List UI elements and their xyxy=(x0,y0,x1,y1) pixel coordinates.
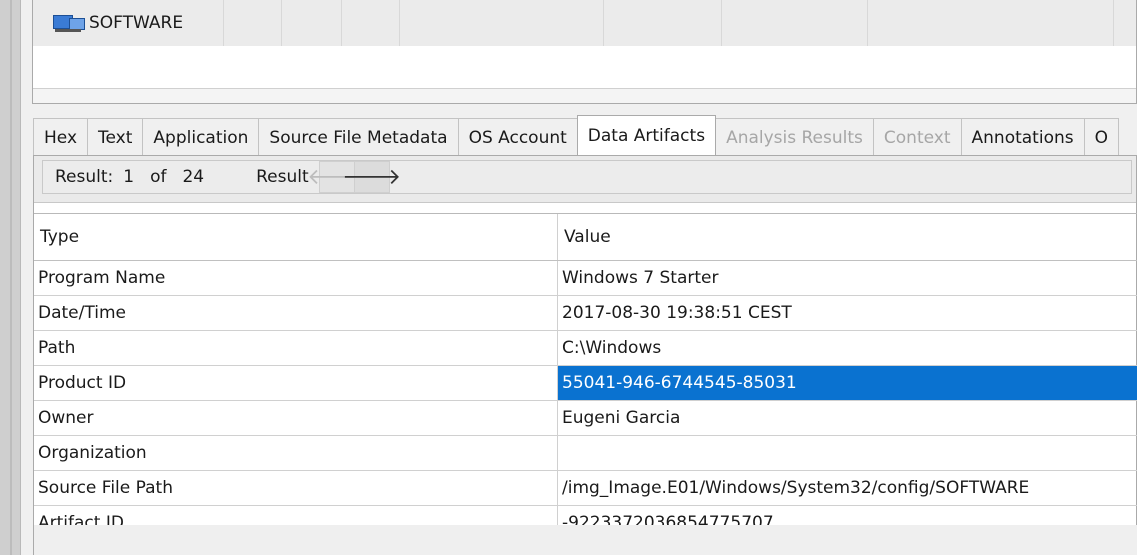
horizontal-scrollbar[interactable] xyxy=(33,88,1136,103)
result-of-label: of xyxy=(150,167,167,187)
result-toolbar: Result: 1 of 24 Result 🡐 🡒 xyxy=(34,156,1136,203)
tab-application[interactable]: Application xyxy=(142,118,260,156)
data-artifacts-panel: Result: 1 of 24 Result 🡐 🡒 Type Value Pr… xyxy=(33,155,1137,555)
type-cell: Owner xyxy=(34,401,558,435)
content-viewer-tabs: Hex Text Application Source File Metadat… xyxy=(33,115,1119,156)
results-table: SOFTWARE xyxy=(32,0,1137,104)
disk-image-icon xyxy=(53,13,85,33)
arrow-right-icon: 🡒 xyxy=(342,165,402,190)
table-row[interactable]: Owner Eugeni Garcia xyxy=(34,401,1137,436)
table-row[interactable]: Program Name Windows 7 Starter xyxy=(34,261,1137,296)
file-name-cell[interactable]: SOFTWARE xyxy=(53,0,183,46)
result-current: 1 xyxy=(123,167,135,187)
tab-hex[interactable]: Hex xyxy=(33,118,89,156)
type-cell: Path xyxy=(34,331,558,365)
column-header-type[interactable]: Type xyxy=(34,214,558,260)
value-cell[interactable]: 2017-08-30 19:38:51 CEST xyxy=(558,296,1137,330)
result-nav-label: Result xyxy=(256,167,309,187)
table-footer xyxy=(34,525,1137,555)
table-row[interactable]: Date/Time 2017-08-30 19:38:51 CEST xyxy=(34,296,1137,331)
column-header-value[interactable]: Value xyxy=(558,214,1137,260)
value-cell[interactable]: C:\Windows xyxy=(558,331,1137,365)
table-header: Type Value xyxy=(34,214,1137,261)
table-row[interactable]: Organization xyxy=(34,436,1137,471)
type-cell: Product ID xyxy=(34,366,558,400)
tab-context[interactable]: Context xyxy=(872,118,962,156)
type-cell: Organization xyxy=(34,436,558,470)
result-navigation: 🡐 🡒 xyxy=(307,161,401,193)
result-total: 24 xyxy=(182,167,205,187)
type-cell: Date/Time xyxy=(34,296,558,330)
tab-analysis-results[interactable]: Analysis Results xyxy=(715,118,874,156)
tab-other-truncated[interactable]: O xyxy=(1083,118,1119,156)
table-row-selected[interactable]: Product ID 55041-946-6744545-85031 xyxy=(34,366,1137,401)
tab-data-artifacts[interactable]: Data Artifacts xyxy=(576,115,717,155)
table-row[interactable]: SOFTWARE xyxy=(33,0,1136,46)
table-row[interactable]: Source File Path /img_Image.E01/Windows/… xyxy=(34,471,1137,506)
result-label: Result: xyxy=(55,167,114,187)
value-cell-selected[interactable]: 55041-946-6744545-85031 xyxy=(558,366,1137,400)
tab-annotations[interactable]: Annotations xyxy=(960,118,1085,156)
artifact-properties-table: Type Value Program Name Windows 7 Starte… xyxy=(34,213,1137,541)
value-cell[interactable]: Windows 7 Starter xyxy=(558,261,1137,295)
value-cell[interactable]: /img_Image.E01/Windows/System32/config/S… xyxy=(558,471,1137,505)
file-name-label: SOFTWARE xyxy=(89,13,184,33)
tab-text[interactable]: Text xyxy=(87,118,144,156)
type-cell: Source File Path xyxy=(34,471,558,505)
table-row[interactable]: Path C:\Windows xyxy=(34,331,1137,366)
value-cell[interactable] xyxy=(558,436,1137,470)
tab-os-account[interactable]: OS Account xyxy=(457,118,578,156)
type-cell: Program Name xyxy=(34,261,558,295)
left-panel-edge xyxy=(0,0,21,555)
value-cell[interactable]: Eugeni Garcia xyxy=(558,401,1137,435)
tab-source-file-metadata[interactable]: Source File Metadata xyxy=(258,118,459,156)
next-result-button[interactable]: 🡒 xyxy=(342,162,401,192)
